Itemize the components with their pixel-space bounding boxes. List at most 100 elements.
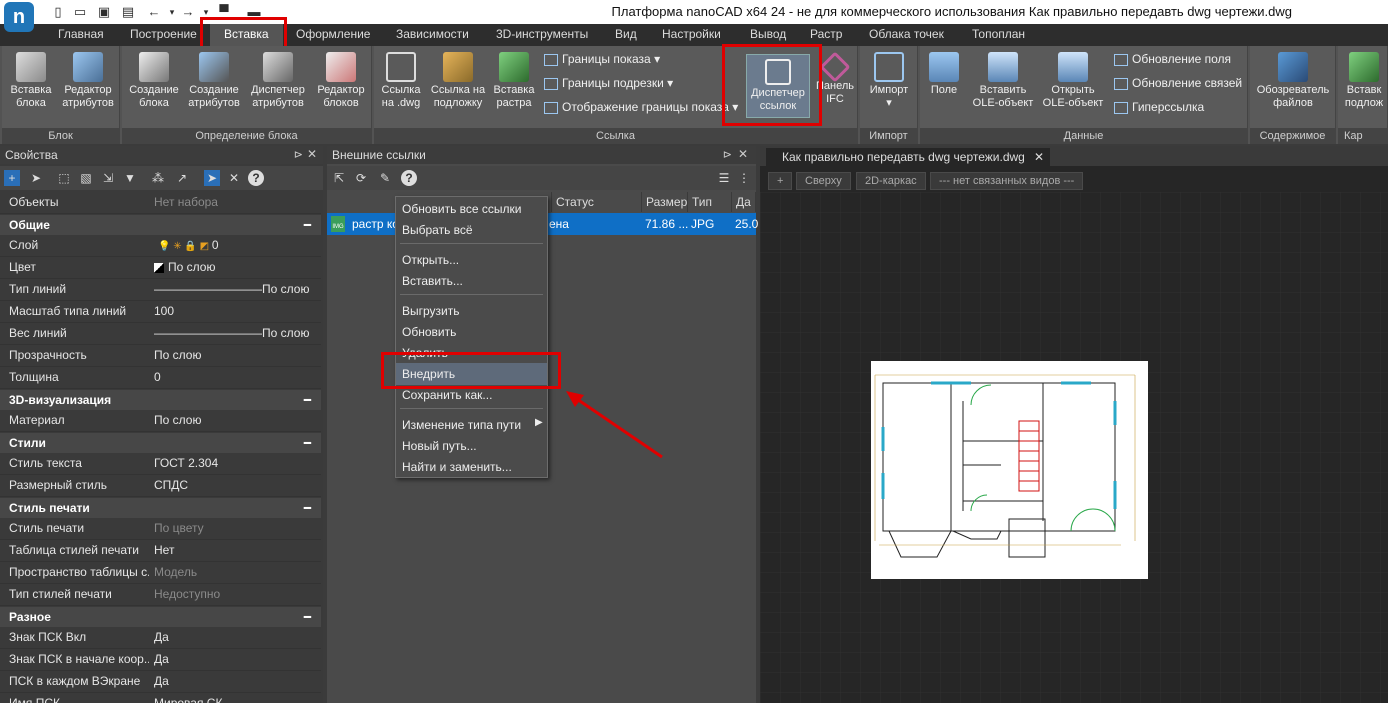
property-value[interactable]: По слою bbox=[154, 345, 201, 366]
menu-insert[interactable]: Вставить... bbox=[402, 274, 463, 288]
tab-3d-tools[interactable]: 3D-инструменты bbox=[496, 27, 588, 41]
tab-build[interactable]: Построение bbox=[130, 27, 197, 41]
pick-icon[interactable]: ⁂ bbox=[150, 170, 166, 186]
tab-raster[interactable]: Растр bbox=[810, 27, 842, 41]
open-file-icon[interactable]: ▭ bbox=[72, 4, 88, 20]
property-value[interactable]: Недоступно bbox=[154, 584, 220, 605]
save-all-icon[interactable]: ▤ bbox=[120, 4, 136, 20]
tab-home[interactable]: Главная bbox=[58, 27, 104, 41]
block-editor-button[interactable]: Редактор блоков bbox=[312, 48, 370, 110]
field-button[interactable]: Поле bbox=[922, 48, 966, 97]
property-value[interactable]: —————————По слою bbox=[154, 323, 309, 344]
crossing-select-icon[interactable]: ▧ bbox=[78, 170, 94, 186]
view-boundaries-button[interactable]: Границы показа ▾ bbox=[544, 52, 660, 66]
undo-icon[interactable]: ← bbox=[146, 4, 162, 20]
property-value[interactable]: Да bbox=[154, 649, 169, 670]
change-path-icon[interactable]: ✎ bbox=[377, 170, 393, 186]
property-section-header[interactable]: Общие ━ bbox=[0, 215, 321, 235]
property-value[interactable]: 💡 ✳ 🔒 ◩ 0 bbox=[158, 235, 219, 257]
save-icon[interactable]: ▣ bbox=[96, 4, 112, 20]
property-value[interactable]: Модель bbox=[154, 562, 197, 583]
xref-close-icon[interactable]: ✕ bbox=[738, 147, 748, 161]
linked-views-button[interactable]: --- нет связанных видов --- bbox=[930, 172, 1084, 190]
view-top-button[interactable]: Сверху bbox=[796, 172, 851, 190]
property-section-header[interactable]: Стиль печати ━ bbox=[0, 498, 321, 518]
filter-icon[interactable]: ▼ bbox=[122, 170, 138, 186]
xref-pin-icon[interactable]: ⊳ bbox=[723, 148, 732, 161]
boundary-display-button[interactable]: Отображение границы показа ▾ bbox=[544, 100, 738, 114]
property-value[interactable]: ГОСТ 2.304 bbox=[154, 453, 218, 474]
property-value[interactable]: Мировая СК bbox=[154, 693, 222, 703]
clip-boundaries-button[interactable]: Границы подрезки ▾ bbox=[544, 76, 673, 90]
menu-save-as[interactable]: Сохранить как... bbox=[402, 388, 492, 402]
add-selection-icon[interactable]: + bbox=[4, 170, 20, 186]
tab-output[interactable]: Вывод bbox=[750, 27, 786, 41]
property-section-header[interactable]: Стили ━ bbox=[0, 433, 321, 453]
collapse-icon[interactable]: ━ bbox=[304, 215, 311, 235]
pin-icon[interactable]: ⊳ bbox=[294, 148, 303, 161]
property-value[interactable]: СПДС bbox=[154, 475, 188, 496]
help-icon[interactable]: ? bbox=[248, 170, 264, 186]
attach-icon[interactable]: ⇱ bbox=[331, 170, 347, 186]
visual-style-button[interactable]: 2D-каркас bbox=[856, 172, 926, 190]
underlay-link-button[interactable]: Ссылка на подложку bbox=[428, 48, 488, 110]
dwg-link-button[interactable]: Ссылка на .dwg bbox=[376, 48, 426, 110]
file-browser-button[interactable]: Обозреватель файлов bbox=[1252, 48, 1334, 110]
tab-constraints[interactable]: Зависимости bbox=[396, 27, 469, 41]
property-value[interactable]: Да bbox=[154, 671, 169, 692]
match-properties-icon[interactable]: ↗ bbox=[174, 170, 190, 186]
property-value[interactable]: —————————По слою bbox=[154, 279, 309, 300]
redo-icon[interactable]: → bbox=[180, 4, 196, 20]
close-icon[interactable]: ✕ bbox=[307, 147, 317, 161]
menu-find-replace[interactable]: Найти и заменить... bbox=[402, 460, 512, 474]
column-status[interactable]: Статус bbox=[552, 192, 642, 212]
pickadd-icon[interactable]: ➤ bbox=[204, 170, 220, 186]
new-file-icon[interactable]: ▯ bbox=[50, 4, 66, 20]
create-block-button[interactable]: Создание блока bbox=[126, 48, 182, 110]
menu-new-path[interactable]: Новый путь... bbox=[402, 439, 477, 453]
open-ole-button[interactable]: Открыть OLE-объект bbox=[1040, 48, 1106, 110]
attribute-editor-button[interactable]: Редактор атрибутов bbox=[58, 48, 118, 110]
update-links-button[interactable]: Обновление связей bbox=[1114, 76, 1242, 90]
select-arrow-icon[interactable]: ➤ bbox=[28, 170, 44, 186]
list-view-icon[interactable]: ☰ bbox=[716, 170, 732, 186]
menu-reload[interactable]: Обновить bbox=[402, 325, 456, 339]
tab-settings[interactable]: Настройки bbox=[662, 27, 721, 41]
tab-topoplan[interactable]: Топоплан bbox=[972, 27, 1025, 41]
column-date[interactable]: Да bbox=[732, 192, 756, 212]
column-type[interactable]: Тип bbox=[688, 192, 732, 212]
menu-change-path-type[interactable]: Изменение типа пути bbox=[402, 418, 521, 432]
property-value[interactable]: Нет bbox=[154, 540, 174, 561]
property-value[interactable]: 100 bbox=[154, 301, 174, 322]
menu-unload[interactable]: Выгрузить bbox=[402, 304, 460, 318]
property-value[interactable]: Да bbox=[154, 627, 169, 648]
insert-ole-button[interactable]: Вставить OLE-объект bbox=[970, 48, 1036, 110]
menu-reload-all[interactable]: Обновить все ссылки bbox=[402, 202, 522, 216]
insert-raster-button[interactable]: Вставка растра bbox=[490, 48, 538, 110]
tab-view[interactable]: Вид bbox=[615, 27, 637, 41]
app-logo[interactable]: n bbox=[4, 2, 34, 32]
hyperlink-button[interactable]: Гиперссылка bbox=[1114, 100, 1204, 114]
property-value[interactable]: 0 bbox=[154, 367, 161, 388]
collapse-icon[interactable]: ━ bbox=[304, 390, 311, 410]
document-tab[interactable]: Как правильно передавть dwg чертежи.dwg … bbox=[766, 148, 1050, 166]
property-section-header[interactable]: Разное ━ bbox=[0, 607, 321, 627]
import-button[interactable]: Импорт ▾ bbox=[862, 48, 916, 110]
tab-close-icon[interactable]: ✕ bbox=[1034, 148, 1044, 166]
collapse-icon[interactable]: ━ bbox=[304, 433, 311, 453]
deselect-icon[interactable]: ✕ bbox=[226, 170, 242, 186]
viewport-add-button[interactable]: + bbox=[768, 172, 793, 190]
collapse-icon[interactable]: ━ bbox=[304, 607, 311, 627]
attribute-manager-button[interactable]: Диспетчер атрибутов bbox=[246, 48, 310, 110]
tree-view-icon[interactable]: ⋮ bbox=[736, 170, 752, 186]
collapse-icon[interactable]: ━ bbox=[304, 498, 311, 518]
refresh-icon[interactable]: ⟳ bbox=[353, 170, 369, 186]
menu-open[interactable]: Открыть... bbox=[402, 253, 459, 267]
undo-dropdown-icon[interactable]: ▾ bbox=[164, 4, 180, 20]
insert-underlay-button[interactable]: Вставк подлож bbox=[1340, 48, 1387, 110]
quick-select-icon[interactable]: ⇲ bbox=[100, 170, 116, 186]
floor-plan-raster[interactable] bbox=[871, 361, 1148, 579]
xref-help-icon[interactable]: ? bbox=[401, 170, 417, 186]
property-section-header[interactable]: 3D-визуализация ━ bbox=[0, 390, 321, 410]
property-value[interactable]: По цвету bbox=[154, 518, 204, 539]
